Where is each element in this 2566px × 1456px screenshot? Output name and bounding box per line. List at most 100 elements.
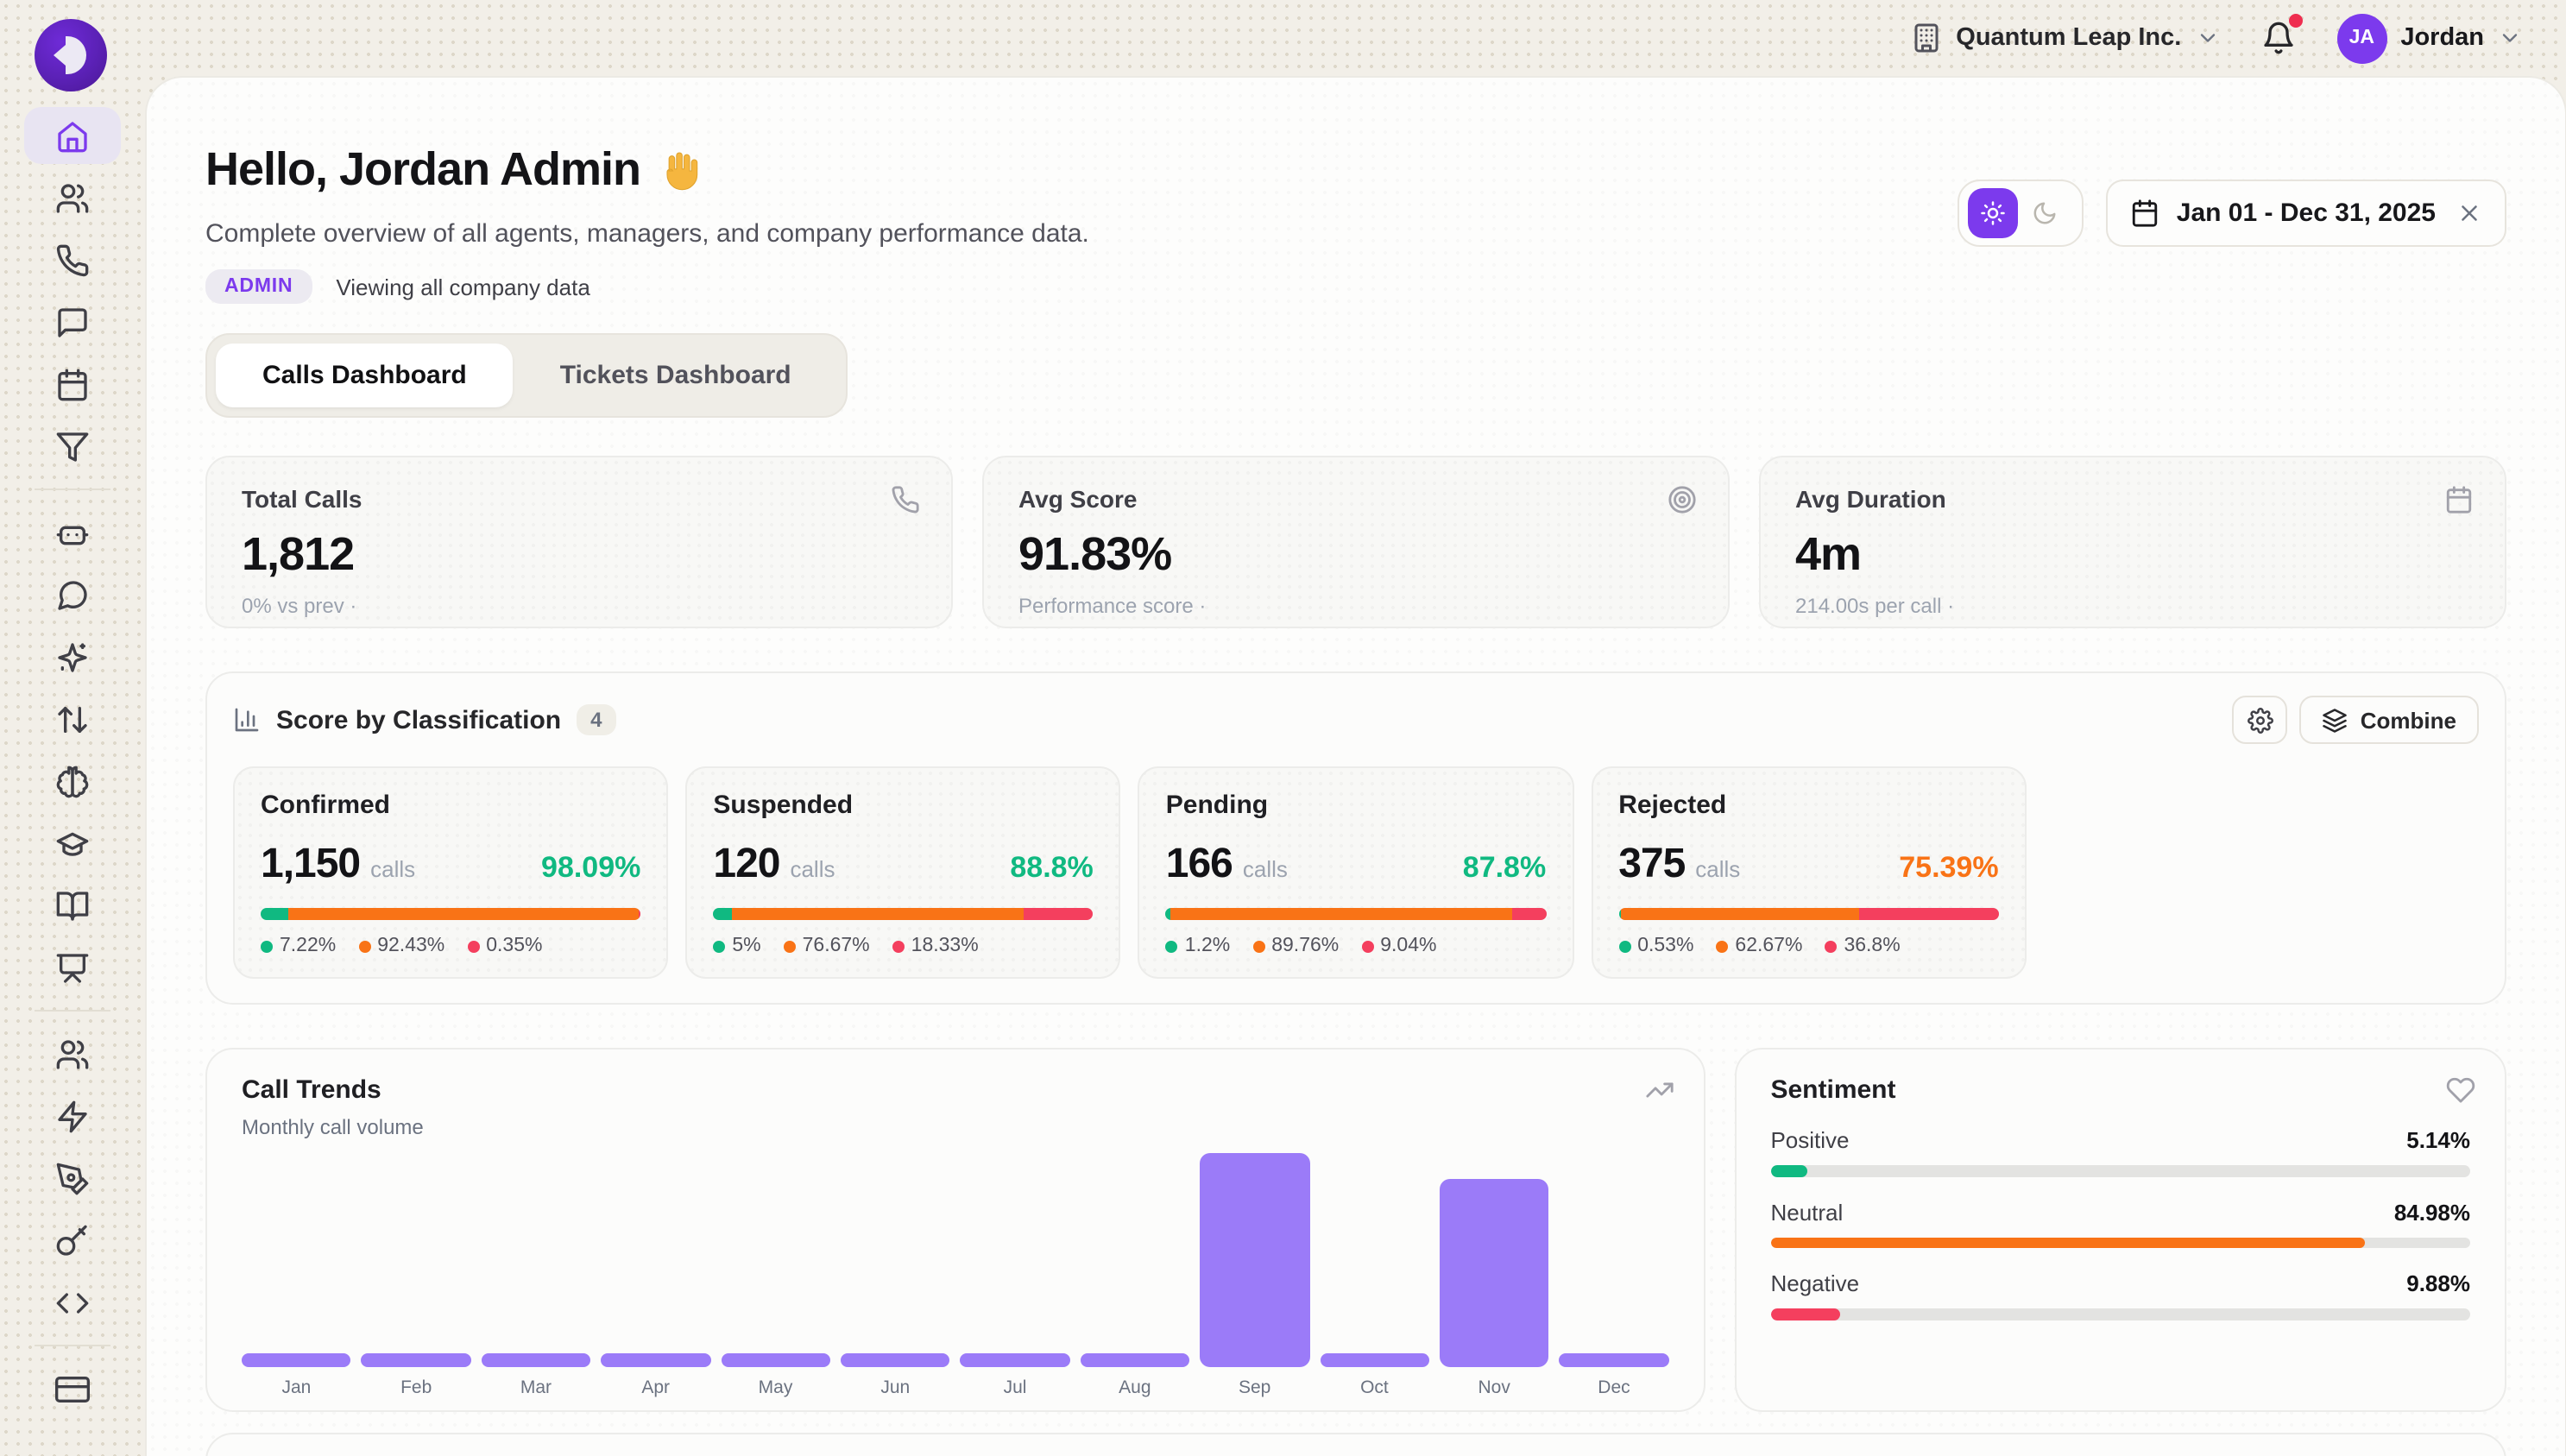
classification-score: 88.8% (1010, 851, 1093, 886)
classification-bar (261, 908, 640, 920)
page-title: Hello, Jordan Admin (205, 143, 1958, 197)
sidebar-item-messages[interactable] (24, 293, 121, 350)
key-icon (55, 1223, 90, 1257)
classification-bar (713, 908, 1093, 920)
sidebar-item-training[interactable] (24, 815, 121, 872)
sidebar-divider (35, 1010, 110, 1012)
phone-icon (891, 485, 920, 514)
date-range-value: Jan 01 - Dec 31, 2025 (2177, 199, 2436, 228)
phone-icon (55, 243, 90, 277)
sidebar-item-home[interactable] (24, 107, 121, 164)
stat-sub: Performance score · (1018, 594, 1693, 618)
tab-tickets-dashboard[interactable]: Tickets Dashboard (514, 344, 838, 407)
sentiment-row-positive: Positive5.14% (1770, 1127, 2470, 1176)
sidebar-item-library[interactable] (24, 877, 121, 934)
sidebar-item-ai[interactable] (24, 628, 121, 685)
classification-calls-unit: calls (790, 856, 835, 882)
sidebar-item-presentations[interactable] (24, 939, 121, 996)
user-menu[interactable]: JA Jordan (2336, 13, 2522, 63)
brain-icon (55, 764, 90, 798)
tab-calls-dashboard[interactable]: Calls Dashboard (216, 344, 514, 407)
filter-icon (55, 429, 90, 463)
classification-score: 98.09% (541, 851, 640, 886)
sidebar-item-calendar[interactable] (24, 356, 121, 413)
sidebar-item-developer[interactable] (24, 1274, 121, 1331)
sparkles-icon (55, 640, 90, 674)
home-icon (55, 118, 90, 153)
heart-icon (2446, 1075, 2475, 1105)
stat-label: Avg Duration (1795, 485, 2470, 513)
sentiment-bar (1770, 1237, 2365, 1248)
notification-dot (2288, 14, 2302, 28)
sidebar-item-teams[interactable] (24, 1025, 121, 1082)
light-mode-button[interactable] (1968, 188, 2018, 238)
sidebar-divider (35, 488, 110, 490)
stat-card-total-calls: Total Calls 1,812 0% vs prev · (205, 456, 953, 628)
classification-cards: Confirmed 1,150 calls 98.09% 7.22% 92.43… (233, 766, 2479, 979)
logo-mark (66, 36, 86, 74)
credit-card-icon (55, 1371, 90, 1406)
sentiment-panel: Sentiment Positive5.14% Neutral84.98% Ne… (1734, 1048, 2506, 1412)
call-trends-chart (242, 1153, 1668, 1367)
sidebar-item-drafting[interactable] (24, 1150, 121, 1207)
sidebar-item-chat[interactable] (24, 566, 121, 623)
theme-toggle[interactable] (1958, 180, 2084, 247)
sidebar-item-filters[interactable] (24, 418, 121, 475)
sidebar (0, 107, 145, 1422)
sidebar-item-automations[interactable] (24, 1087, 121, 1144)
calendar-icon (2444, 485, 2474, 514)
classification-calls: 1,150 (261, 841, 360, 889)
classification-label: Pending (1166, 791, 1546, 820)
page-subtitle: Complete overview of all agents, manager… (205, 219, 1958, 249)
classification-legend: 7.22% 92.43% 0.35% (261, 936, 640, 956)
sidebar-item-knowledge[interactable] (24, 753, 121, 810)
chart-bar (1080, 1353, 1189, 1367)
sidebar-item-billing[interactable] (24, 1360, 121, 1417)
classification-legend: 1.2% 89.76% 9.04% (1166, 936, 1546, 956)
combine-label: Combine (2361, 707, 2456, 733)
stat-value: 4m (1795, 528, 2470, 582)
classification-bar (1618, 908, 1998, 920)
clear-date-icon[interactable] (2456, 200, 2482, 226)
calendar-icon (2130, 199, 2159, 228)
dark-mode-button[interactable] (2018, 200, 2073, 226)
org-switcher[interactable]: Quantum Leap Inc. (1911, 22, 2219, 54)
classification-label: Suspended (713, 791, 1093, 820)
moon-icon (2033, 200, 2058, 226)
sidebar-item-transfers[interactable] (24, 690, 121, 747)
layers-icon (2323, 707, 2348, 733)
classification-label: Rejected (1618, 791, 1998, 820)
main-panel: Hello, Jordan Admin Complete overview of… (145, 76, 2566, 1456)
sidebar-item-bot[interactable] (24, 504, 121, 561)
chart-bar (601, 1353, 710, 1367)
classification-calls: 120 (713, 841, 779, 889)
combine-button[interactable]: Combine (2300, 696, 2479, 744)
stat-value: 91.83% (1018, 528, 1693, 582)
classification-score: 75.39% (1899, 851, 1998, 886)
stat-sub: 214.00s per call · (1795, 594, 2470, 618)
code-icon (55, 1285, 90, 1320)
header-controls: Jan 01 - Dec 31, 2025 (1958, 180, 2506, 247)
classification-bar (1166, 908, 1546, 920)
notifications-button[interactable] (2254, 14, 2302, 62)
wave-emoji-icon (656, 148, 701, 192)
sentiment-bar (1770, 1165, 1806, 1176)
trending-up-icon (1644, 1075, 1674, 1105)
sidebar-item-users[interactable] (24, 169, 121, 226)
chart-bar (1560, 1353, 1669, 1367)
stat-card-avg-duration: Avg Duration 4m 214.00s per call · (1759, 456, 2506, 628)
sidebar-item-api-keys[interactable] (24, 1212, 121, 1269)
stat-value: 1,812 (242, 528, 917, 582)
classification-calls-unit: calls (370, 856, 415, 882)
app-window: Quantum Leap Inc. JA Jordan (0, 0, 2566, 1456)
bot-icon (55, 515, 90, 550)
org-name: Quantum Leap Inc. (1956, 24, 2181, 52)
sidebar-item-calls[interactable] (24, 231, 121, 288)
chart-bar (1440, 1179, 1549, 1367)
call-trends-subtitle: Monthly call volume (242, 1115, 1668, 1139)
date-range-picker[interactable]: Jan 01 - Dec 31, 2025 (2106, 180, 2506, 247)
classification-settings-button[interactable] (2233, 696, 2288, 744)
chart-bar (482, 1353, 591, 1367)
chart-bar (961, 1353, 1070, 1367)
classification-label: Confirmed (261, 791, 640, 820)
